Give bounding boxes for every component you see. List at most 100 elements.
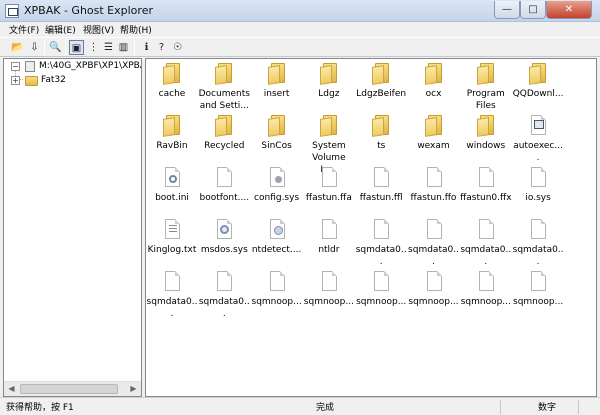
- file-item[interactable]: ffastun.ffa: [303, 167, 355, 219]
- file-item[interactable]: autoexec....: [512, 115, 564, 167]
- folder-item[interactable]: LdgzBeifen: [355, 63, 407, 115]
- collapse-icon[interactable]: −: [11, 62, 20, 71]
- file-item[interactable]: sqmdata0...: [355, 219, 407, 271]
- file-item[interactable]: boot.ini: [146, 167, 198, 219]
- file-label: Documents and Setti...: [198, 89, 250, 111]
- file-label: insert: [263, 89, 290, 99]
- file-item[interactable]: sqmnoop...: [512, 271, 564, 323]
- file-item[interactable]: Kinglog.txt: [146, 219, 198, 271]
- folder-item[interactable]: insert: [251, 63, 303, 115]
- extract-icon[interactable]: ⇩: [27, 40, 42, 55]
- file-label: sqmnoop...: [408, 297, 459, 307]
- folder-front: [424, 65, 437, 85]
- file-item[interactable]: sqmnoop...: [251, 271, 303, 323]
- help-icon[interactable]: ?: [154, 40, 169, 55]
- doc-file-icon: [163, 271, 181, 293]
- document-icon: [426, 167, 442, 187]
- document-icon: [269, 167, 285, 187]
- minimize-button[interactable]: —: [494, 1, 520, 19]
- folder-item[interactable]: cache: [146, 63, 198, 115]
- scroll-left-icon[interactable]: ◀: [4, 382, 19, 396]
- document-icon: [531, 271, 547, 291]
- file-list[interactable]: cache Documents and Setti... insert Ldgz Ldg…: [145, 58, 597, 397]
- file-item[interactable]: io.sys: [512, 167, 564, 219]
- file-item[interactable]: sqmnoop...: [303, 271, 355, 323]
- folder-item[interactable]: QQDownl...: [512, 63, 564, 115]
- open-folder-icon[interactable]: 📂: [10, 40, 25, 55]
- maximize-button[interactable]: □: [520, 1, 546, 19]
- file-item[interactable]: sqmdata0...: [198, 271, 250, 323]
- folder-item[interactable]: RavBin: [146, 115, 198, 167]
- document-icon: [531, 115, 547, 135]
- file-label: sqmnoop...: [251, 297, 302, 307]
- file-item[interactable]: msdos.sys: [198, 219, 250, 271]
- document-icon: [374, 219, 390, 239]
- window-title: XPBAK - Ghost Explorer: [24, 4, 153, 17]
- folder-front: [319, 117, 332, 137]
- folder-item[interactable]: Ldgz: [303, 63, 355, 115]
- doc-file-icon: [320, 167, 338, 189]
- menu-file[interactable]: 文件(F): [9, 23, 39, 36]
- menu-help[interactable]: 帮助(H): [120, 23, 152, 36]
- document-icon: [321, 219, 337, 239]
- horizontal-scrollbar[interactable]: ◀ ▶: [4, 381, 141, 396]
- document-icon: [531, 219, 547, 239]
- file-label: windows: [466, 141, 506, 151]
- file-item[interactable]: ffastun.ffo: [408, 167, 460, 219]
- file-item[interactable]: ntdetect....: [251, 219, 303, 271]
- cfg-file-icon: [163, 167, 181, 189]
- scroll-thumb[interactable]: [20, 384, 118, 394]
- folder-front: [476, 117, 489, 137]
- file-item[interactable]: config.sys: [251, 167, 303, 219]
- file-item[interactable]: sqmdata0...: [460, 219, 512, 271]
- find-icon[interactable]: 🔍: [48, 40, 63, 55]
- folder-item[interactable]: Program Files: [460, 63, 512, 115]
- menu-edit[interactable]: 编辑(E): [45, 23, 76, 36]
- file-item[interactable]: sqmdata0...: [408, 219, 460, 271]
- expand-icon[interactable]: +: [11, 76, 20, 85]
- folder-item[interactable]: SinCos: [251, 115, 303, 167]
- file-label: Kinglog.txt: [147, 245, 197, 255]
- file-item[interactable]: ntldr: [303, 219, 355, 271]
- document-icon: [321, 167, 337, 187]
- document-icon: [165, 167, 180, 187]
- file-item[interactable]: bootfont....: [198, 167, 250, 219]
- menu-view[interactable]: 视图(V): [83, 23, 114, 36]
- small-icons-view-icon[interactable]: ⋮: [86, 40, 101, 55]
- document-icon: [478, 271, 494, 291]
- folder-front: [267, 65, 280, 85]
- file-item[interactable]: sqmnoop...: [408, 271, 460, 323]
- folder-item[interactable]: Recycled: [198, 115, 250, 167]
- file-item[interactable]: ffastun0.ffx: [460, 167, 512, 219]
- folder-tree[interactable]: − M:\40G_XPBF\XP1\XPBAK + Fat32 ◀ ▶: [3, 58, 142, 397]
- exe-file-icon: [529, 115, 547, 137]
- folder-icon: [163, 115, 181, 137]
- document-icon: [531, 167, 547, 187]
- list-view-icon[interactable]: ☰: [101, 40, 116, 55]
- folder-item[interactable]: Documents and Setti...: [198, 63, 250, 115]
- close-button[interactable]: ✕: [546, 1, 592, 19]
- about-icon[interactable]: ☉: [170, 40, 185, 55]
- folder-item[interactable]: System Volume In...: [303, 115, 355, 175]
- details-view-icon[interactable]: ▥: [116, 40, 131, 55]
- folder-item[interactable]: windows: [460, 115, 512, 167]
- file-item[interactable]: sqmnoop...: [355, 271, 407, 323]
- file-item[interactable]: ffastun.ffl: [355, 167, 407, 219]
- doc-file-icon: [529, 271, 547, 293]
- folder-item[interactable]: ts: [355, 115, 407, 167]
- folder-icon: [267, 115, 286, 137]
- properties-icon[interactable]: ℹ: [139, 40, 154, 55]
- folder-item[interactable]: ocx: [408, 63, 460, 115]
- document-icon: [269, 271, 285, 291]
- file-item[interactable]: sqmdata0...: [146, 271, 198, 323]
- scroll-right-icon[interactable]: ▶: [126, 382, 141, 396]
- file-label: boot.ini: [155, 193, 189, 203]
- file-label: cache: [158, 89, 186, 99]
- file-item[interactable]: sqmdata0...: [512, 219, 564, 271]
- file-item[interactable]: sqmnoop...: [460, 271, 512, 323]
- file-label: sqmdata0...: [198, 297, 250, 319]
- large-icons-view-icon[interactable]: ▣: [69, 40, 84, 55]
- folder-item[interactable]: wexam: [408, 115, 460, 167]
- folder-front: [529, 65, 542, 85]
- folder-icon: [372, 63, 390, 85]
